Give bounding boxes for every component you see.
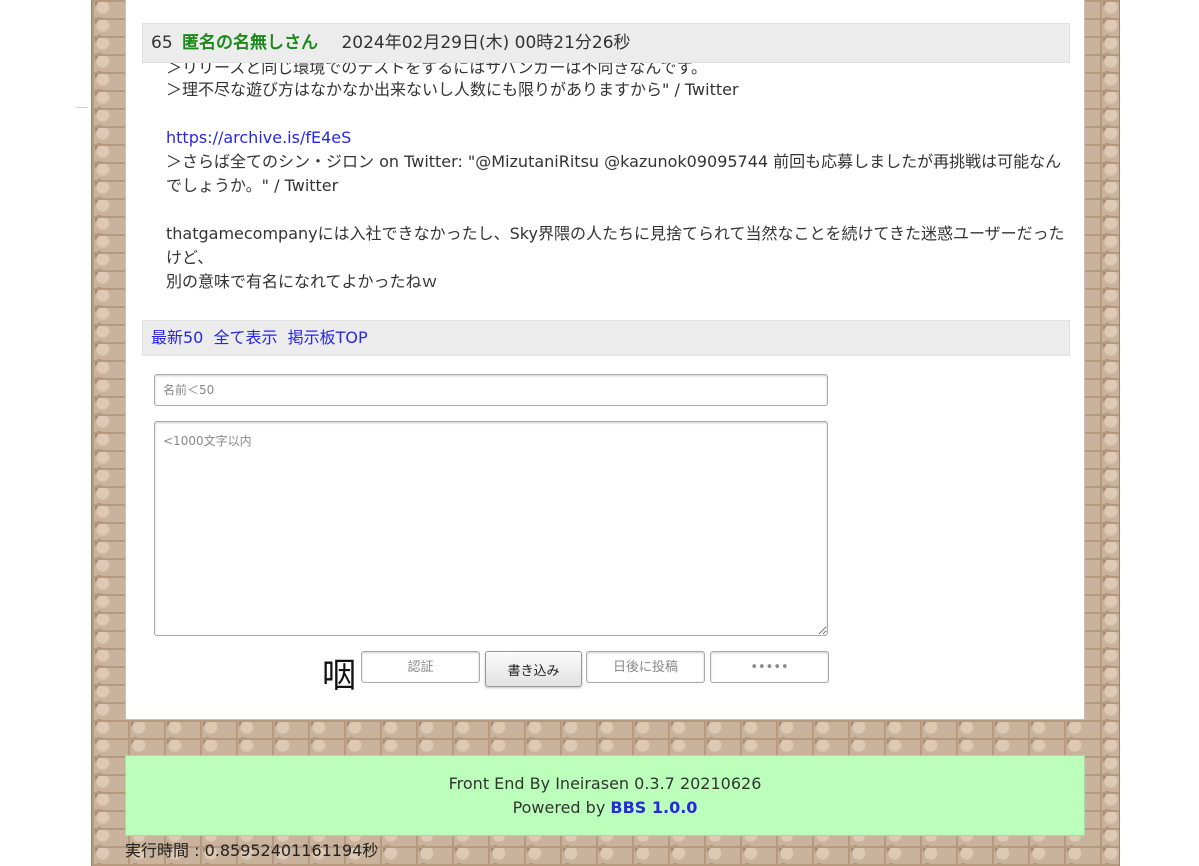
show-all-link[interactable]: 全て表示 xyxy=(213,328,277,347)
bbs-link[interactable]: BBS 1.0.0 xyxy=(610,798,697,817)
side-mark: ＿ xyxy=(76,95,89,109)
post-date: 2024年02月29日(木) 00時21分26秒 xyxy=(341,33,631,53)
powered-by-label: Powered by xyxy=(512,798,606,817)
message-input[interactable] xyxy=(154,421,828,636)
latest50-link[interactable]: 最新50 xyxy=(151,328,203,347)
board-top-link[interactable]: 掲示板TOP xyxy=(288,328,368,347)
captcha-char: 咽 xyxy=(322,656,356,696)
powered-by-line: Powered by BBS 1.0.0 xyxy=(126,796,1084,820)
post-line: thatgamecompanyには入社できなかったし、Sky界隈の人たちに見捨て… xyxy=(166,224,1065,267)
exec-time: 実行時間 : 0.85952401161194秒 xyxy=(125,841,379,860)
password-input[interactable] xyxy=(710,651,829,683)
footer-box: Front End By Ineirasen 0.3.7 20210626 Po… xyxy=(125,755,1085,836)
post-line: ＞理不尽な遊び方はなかなか出来ないし人数にも限りがありますから" / Twitt… xyxy=(166,80,739,99)
name-input[interactable] xyxy=(154,374,828,406)
front-end-credit: Front End By Ineirasen 0.3.7 20210626 xyxy=(448,774,762,793)
thread-nav: 最新50 全て表示 掲示板TOP xyxy=(142,320,1070,356)
post-number[interactable]: 65 xyxy=(151,33,173,53)
auth-input[interactable] xyxy=(361,651,480,683)
post-header: 65 匿名の名無しさん 2024年02月29日(木) 00時21分26秒 xyxy=(142,23,1070,63)
archive-link[interactable]: https://archive.is/fE4eS xyxy=(166,128,351,147)
submit-button[interactable]: 書き込み xyxy=(485,651,582,687)
post-body: ＞理不尽な遊び方はなかなか出来ないし人数にも限りがありますから" / Twitt… xyxy=(166,78,1066,294)
post-line: 別の意味で有名になれてよかったねｗ xyxy=(166,272,438,291)
delay-days-input[interactable] xyxy=(586,651,705,683)
post-line: ＞さらば全てのシン・ジロン on Twitter: "@MizutaniRits… xyxy=(166,152,1062,195)
post-author: 匿名の名無しさん xyxy=(182,33,319,53)
